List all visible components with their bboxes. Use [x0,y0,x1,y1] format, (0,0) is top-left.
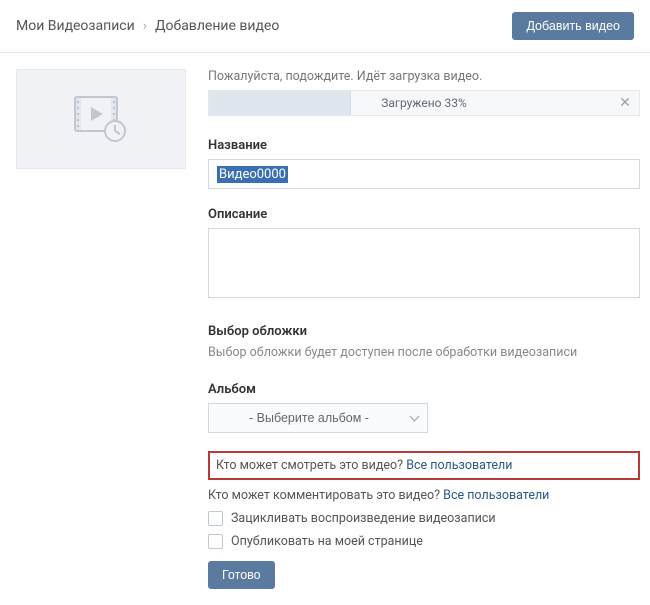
loop-label: Зацикливать воспроизведение видеозаписи [231,511,496,526]
privacy-comment-question: Кто может комментировать это видео? [208,488,440,503]
film-clock-icon [71,95,131,143]
publish-option-row: Опубликовать на моей странице [208,534,640,549]
done-button-wrap: Готово [208,561,640,589]
privacy-view-question: Кто может смотреть это видео? [216,458,403,473]
publish-checkbox[interactable] [208,534,223,549]
close-icon: ✕ [619,95,631,111]
content-area: Пожалуйста, подождите. Идёт загрузка вид… [0,53,650,605]
privacy-comment-row: Кто может комментировать это видео? Все … [208,488,640,503]
breadcrumb: Мои Видеозаписи › Добавление видео [16,18,279,34]
description-input[interactable] [208,228,640,298]
title-input[interactable]: Видео0000 [208,159,640,189]
privacy-comment-link[interactable]: Все пользователи [443,488,549,503]
upload-wait-text: Пожалуйста, подождите. Идёт загрузка вид… [208,69,640,84]
upload-form: Пожалуйста, подождите. Идёт загрузка вид… [208,69,640,589]
video-thumbnail-placeholder [16,69,186,169]
cancel-upload-button[interactable]: ✕ [617,95,633,111]
add-video-button[interactable]: Добавить видео [512,12,634,40]
cover-label: Выбор обложки [208,324,640,339]
cover-hint: Выбор обложки будет доступен после обраб… [208,345,640,360]
album-label: Альбом [208,382,640,397]
title-input-value: Видео0000 [217,166,288,183]
privacy-view-highlight: Кто может смотреть это видео? Все пользо… [208,451,640,480]
album-select[interactable]: - Выберите альбом - [208,403,428,433]
upload-progress-text: Загружено 33% [209,96,639,110]
upload-progress: Загружено 33% ✕ [208,90,640,116]
header-bar: Мои Видеозаписи › Добавление видео Добав… [0,0,650,53]
breadcrumb-current: Добавление видео [155,18,279,34]
done-button[interactable]: Готово [208,561,275,589]
privacy-view-link[interactable]: Все пользователи [406,458,512,473]
breadcrumb-root[interactable]: Мои Видеозаписи [16,18,135,34]
privacy-view-row: Кто может смотреть это видео? Все пользо… [216,458,632,473]
album-select-wrap: - Выберите альбом - [208,403,428,433]
title-label: Название [208,138,640,153]
chevron-right-icon: › [143,18,147,34]
loop-checkbox[interactable] [208,511,223,526]
loop-option-row: Зацикливать воспроизведение видеозаписи [208,511,640,526]
description-label: Описание [208,207,640,222]
publish-label: Опубликовать на моей странице [231,534,423,549]
